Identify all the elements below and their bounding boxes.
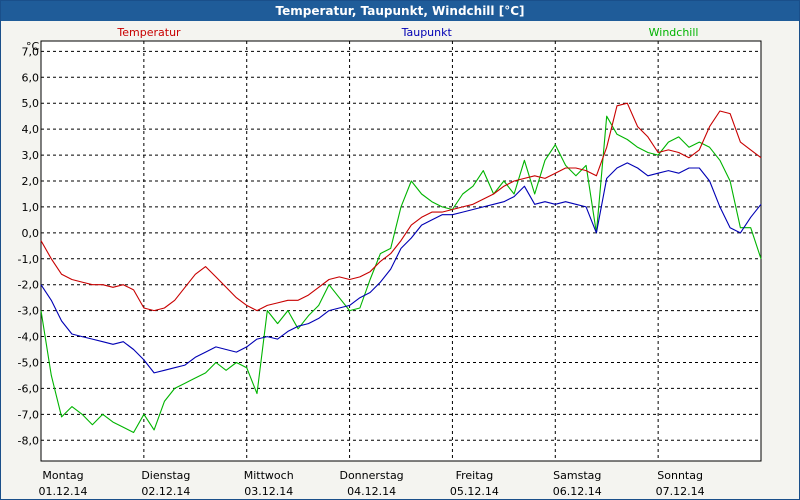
y-tick-label: 4,0	[22, 123, 40, 136]
x-tick-weekday: Donnerstag	[339, 469, 403, 482]
window-title: Temperatur, Taupunkt, Windchill [°C]	[1, 1, 799, 21]
y-tick-label: 6,0	[22, 71, 40, 84]
y-tick-label: -4,0	[18, 331, 39, 344]
y-tick-label: -7,0	[18, 408, 39, 421]
x-tick-weekday: Freitag	[456, 469, 494, 482]
y-tick-label: -6,0	[18, 382, 39, 395]
legend-entry: Temperatur	[116, 26, 181, 39]
x-tick-date: 07.12.14	[656, 485, 705, 498]
x-tick-weekday: Samstag	[553, 469, 601, 482]
x-tick-date: 03.12.14	[244, 485, 293, 498]
x-tick-weekday: Montag	[42, 469, 83, 482]
chart-svg: -8,0 -7,0 -6,0 -5,0 -4,0 -3,0 -2,0 -1,0 0,0 1,0 2,…	[18, 26, 762, 498]
y-tick-label: -5,0	[18, 356, 39, 369]
chart-window: Temperatur, Taupunkt, Windchill [°C] -8,…	[0, 0, 800, 500]
y-tick-label: -3,0	[18, 305, 39, 318]
plot-area	[40, 40, 762, 462]
x-tick-date: 05.12.14	[450, 485, 499, 498]
x-tick-date: 02.12.14	[141, 485, 190, 498]
legend-entry: Windchill	[649, 26, 699, 39]
y-tick-label: 2,0	[22, 175, 40, 188]
x-tick-date: 04.12.14	[347, 485, 396, 498]
x-tick-date: 01.12.14	[39, 485, 88, 498]
legend-entry: Taupunkt	[401, 26, 453, 39]
y-tick-label: -2,0	[18, 279, 39, 292]
x-tick-weekday: Mittwoch	[244, 469, 294, 482]
y-tick-label: 0,0	[22, 227, 40, 240]
y-tick-label: 3,0	[22, 149, 40, 162]
y-tick-label: 5,0	[22, 97, 40, 110]
y-tick-label: -8,0	[18, 434, 39, 447]
y-tick-label: -1,0	[18, 253, 39, 266]
y-tick-label: 1,0	[22, 201, 40, 214]
x-tick-weekday: Sonntag	[657, 469, 703, 482]
x-tick-weekday: Dienstag	[141, 469, 190, 482]
y-axis-label: °C	[26, 40, 40, 53]
x-tick-date: 06.12.14	[553, 485, 602, 498]
